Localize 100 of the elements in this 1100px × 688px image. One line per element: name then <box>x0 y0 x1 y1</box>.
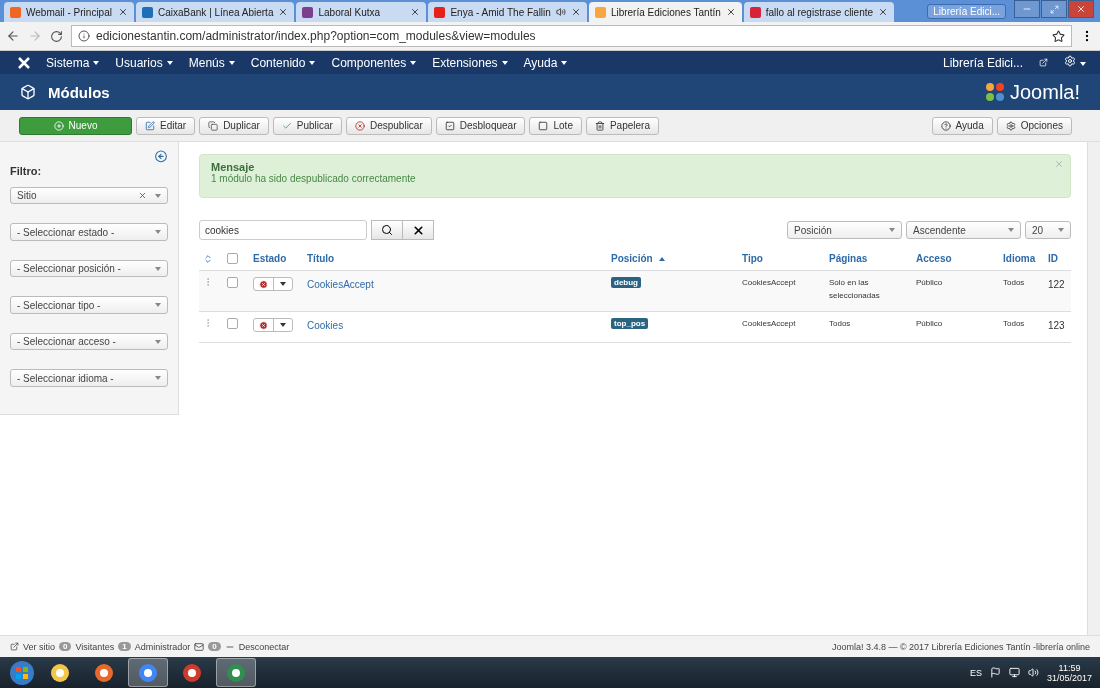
close-icon[interactable] <box>570 7 581 17</box>
checkbox-icon <box>444 120 455 131</box>
table-cell: Público <box>916 278 943 287</box>
status-toggle[interactable] <box>253 277 293 291</box>
column-header[interactable]: Estado <box>253 253 287 264</box>
column-header[interactable]: Acceso <box>916 253 952 264</box>
close-icon[interactable] <box>410 7 421 17</box>
sort-select[interactable]: 20 <box>1025 221 1071 239</box>
close-icon[interactable] <box>725 7 736 17</box>
taskbar-app[interactable] <box>216 658 256 687</box>
browser-tab[interactable]: Laboral Kutxa <box>296 2 427 22</box>
module-link[interactable]: CookiesAccept <box>307 279 374 290</box>
clear-icon[interactable] <box>138 191 147 201</box>
filter-select[interactable]: Sitio <box>10 186 168 205</box>
status-toggle[interactable] <box>253 318 293 332</box>
table-cell: Público <box>916 319 943 328</box>
trash-icon <box>594 120 605 131</box>
nav-menu-item[interactable]: Sistema <box>46 55 100 70</box>
close-icon[interactable] <box>878 7 889 17</box>
toolbar-button[interactable]: Opciones <box>996 116 1072 135</box>
clock[interactable]: 11:59 31/05/2017 <box>1046 662 1092 683</box>
count-badge: 0 <box>59 642 72 651</box>
joomla-icon[interactable] <box>18 56 30 69</box>
nav-menu-item[interactable]: Menús <box>188 55 235 70</box>
nav-menu-item[interactable]: Extensiones <box>432 55 508 70</box>
maximize-button[interactable] <box>1041 0 1067 18</box>
browser-tab[interactable]: Enya - Amid The Fallin <box>428 2 587 22</box>
back-icon[interactable] <box>6 29 20 43</box>
filter-select[interactable]: - Seleccionar estado - <box>10 223 168 241</box>
toolbar-button[interactable]: Despublicar <box>345 116 432 135</box>
nav-menu-item[interactable]: Contenido <box>250 55 316 70</box>
x-circle-icon <box>354 120 365 131</box>
external-link-icon <box>10 642 19 651</box>
search-button[interactable] <box>371 220 403 240</box>
position-label: top_pos <box>611 318 649 329</box>
scroll-bar[interactable] <box>1087 142 1100 635</box>
column-header[interactable]: Título <box>307 253 335 264</box>
app-icon <box>182 662 202 683</box>
app-icon <box>226 662 246 683</box>
star-icon[interactable] <box>1052 29 1065 43</box>
mail-icon <box>194 641 205 652</box>
filter-select[interactable]: - Seleccionar posición - <box>10 259 168 278</box>
column-header[interactable]: Páginas <box>829 253 868 264</box>
taskbar-app[interactable] <box>128 658 168 687</box>
footer-text: Visitantes <box>75 641 115 652</box>
message-text: 1 módulo ha sido despublicado correctamente <box>211 173 417 184</box>
app-icon <box>138 662 158 683</box>
filter-select[interactable]: - Seleccionar acceso - <box>10 332 168 351</box>
sort-select[interactable]: Posición <box>787 221 902 239</box>
toolbar-button[interactable]: Publicar <box>272 116 342 135</box>
copyright-text: Joomla! 3.4.8 — © 2017 Librería Ediciones Tantín -librería online <box>831 641 1090 652</box>
browser-tab[interactable]: fallo al registrase cliente <box>743 2 895 22</box>
column-header[interactable]: Idioma <box>1003 253 1036 264</box>
toolbar-button[interactable]: Editar <box>136 116 196 135</box>
toolbar-button[interactable]: Ayuda <box>931 116 993 135</box>
module-link[interactable]: Cookies <box>307 320 344 331</box>
close-icon[interactable] <box>278 7 289 17</box>
row-checkbox[interactable] <box>227 277 238 288</box>
close-button[interactable] <box>1068 0 1094 18</box>
browser-tab[interactable]: Webmail - Principal <box>4 2 134 22</box>
nav-menu-item[interactable]: Usuarios <box>115 55 173 70</box>
column-header[interactable]: Tipo <box>742 253 763 264</box>
check-icon <box>281 120 292 131</box>
browser-tab[interactable]: CaixaBank | Línea Abierta <box>136 2 295 22</box>
volume-icon[interactable] <box>1027 667 1039 678</box>
flag-icon[interactable] <box>989 667 1001 678</box>
filter-select[interactable]: - Seleccionar idioma - <box>10 369 168 387</box>
clear-button[interactable] <box>402 220 434 240</box>
browser-tab[interactable]: Librería Ediciones Tantín <box>588 2 742 22</box>
address-field[interactable]: edicionestantin.com/administrator/index.php?option=com_modules&view=modules <box>71 25 1072 47</box>
toolbar-button[interactable]: Desbloquear <box>435 116 526 135</box>
sort-select[interactable]: Ascendente <box>906 221 1021 239</box>
search-field[interactable]: cookies <box>199 220 367 240</box>
minimize-button[interactable] <box>1014 0 1040 18</box>
collapse-icon[interactable] <box>154 150 168 163</box>
table-cell: CookiesAccept <box>742 278 796 287</box>
toolbar-button[interactable]: Papelera <box>585 116 659 135</box>
row-checkbox[interactable] <box>227 318 238 329</box>
external-link-icon <box>1039 58 1048 67</box>
logout-link[interactable]: Desconectar <box>238 641 290 652</box>
site-link[interactable]: Librería Edici... <box>942 55 1023 70</box>
view-site-link[interactable]: Ver sitio <box>23 641 55 652</box>
start-button[interactable] <box>8 658 36 687</box>
info-icon[interactable] <box>78 30 90 42</box>
toolbar-button[interactable]: Lote <box>529 116 582 135</box>
reload-icon[interactable] <box>50 29 63 43</box>
gear-icon <box>1064 55 1076 67</box>
close-icon[interactable] <box>118 7 128 17</box>
filter-select[interactable]: - Seleccionar tipo - <box>10 296 168 314</box>
copy-icon <box>208 120 219 131</box>
column-header[interactable]: ID <box>1048 253 1058 264</box>
nav-menu-item[interactable]: Ayuda <box>523 55 568 70</box>
nav-menu-item[interactable]: Componentes <box>331 55 417 70</box>
toolbar-button[interactable]: Duplicar <box>199 116 269 135</box>
select-all-checkbox[interactable] <box>227 253 238 264</box>
column-header[interactable]: Posición <box>611 253 653 264</box>
language-indicator[interactable]: ES <box>969 667 982 678</box>
app-icon <box>50 662 70 683</box>
network-icon[interactable] <box>1008 667 1020 678</box>
footer-text: Administrador <box>134 641 191 652</box>
